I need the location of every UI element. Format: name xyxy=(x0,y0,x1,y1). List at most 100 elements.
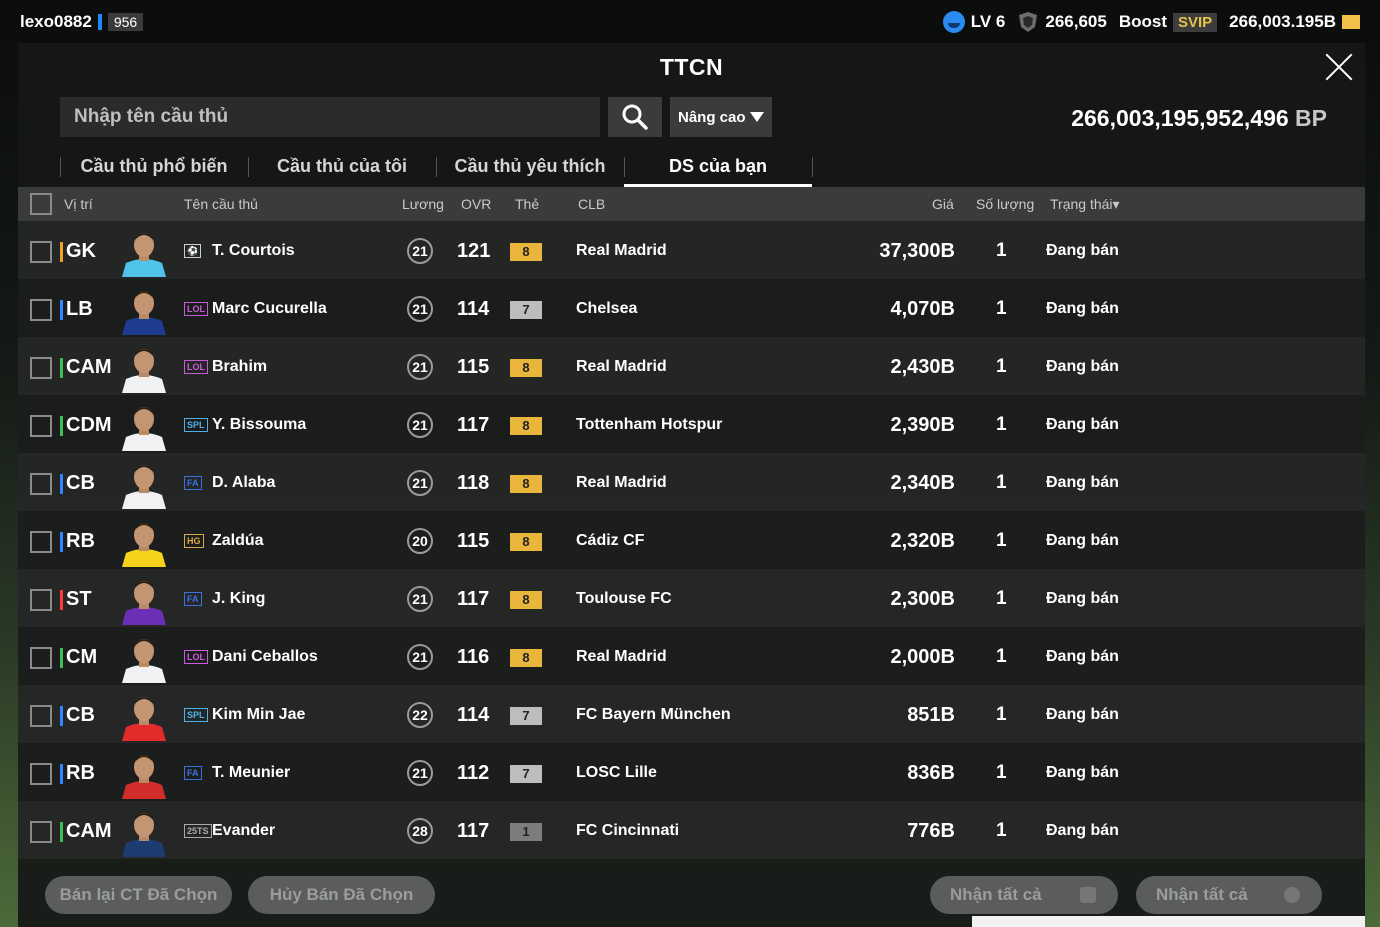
player-name[interactable]: J. King xyxy=(212,590,265,608)
table-row[interactable]: RB FA T. Meunier 21 112 7 LOSC Lille 836… xyxy=(18,743,1365,801)
tab-your-listings[interactable]: DS của bạn xyxy=(624,147,812,187)
player-search-input[interactable] xyxy=(60,97,600,137)
player-position: CAM xyxy=(60,820,112,843)
player-name[interactable]: Y. Bissouma xyxy=(212,416,306,434)
position-color-bar xyxy=(60,705,63,726)
shield-coin-icon xyxy=(1019,12,1038,32)
cancel-selected-button[interactable]: Hủy Bán Đã Chọn xyxy=(248,876,435,914)
row-checkbox[interactable] xyxy=(30,473,52,495)
col-club: CLB xyxy=(578,196,606,212)
position-color-bar xyxy=(60,241,63,262)
player-name[interactable]: T. Courtois xyxy=(212,242,295,260)
table-row[interactable]: LB LOL Marc Cucurella 21 114 7 Chelsea 4… xyxy=(18,279,1365,337)
table-row[interactable]: RB HG Zaldúa 20 115 8 Cádiz CF 2,320B 1 … xyxy=(18,511,1365,569)
listing-status: Đang bán xyxy=(1046,416,1119,433)
grade-badge: 7 xyxy=(510,301,542,319)
wage-badge: 21 xyxy=(407,412,433,438)
player-position: CB xyxy=(60,472,95,495)
season-badge: 25TS xyxy=(184,824,212,838)
grade-badge: 7 xyxy=(510,707,542,725)
player-portrait-icon xyxy=(122,523,166,567)
player-position: CDM xyxy=(60,414,112,437)
player-avatar xyxy=(118,747,170,799)
player-name[interactable]: Zaldúa xyxy=(212,532,264,550)
row-checkbox[interactable] xyxy=(30,241,52,263)
player-avatar xyxy=(118,515,170,567)
player-name[interactable]: Brahim xyxy=(212,358,267,376)
listing-status: Đang bán xyxy=(1046,532,1119,549)
listing-quantity: 1 xyxy=(996,704,1007,725)
currency-stats: LV 6 266,605 Boost SVIP 266,003.195B xyxy=(942,11,1360,33)
player-name[interactable]: T. Meunier xyxy=(212,764,290,782)
tab-my-players[interactable]: Cầu thủ của tôi xyxy=(248,147,436,187)
wage-badge: 21 xyxy=(407,296,433,322)
row-checkbox[interactable] xyxy=(30,531,52,553)
position-label: CM xyxy=(66,646,98,668)
row-checkbox[interactable] xyxy=(30,357,52,379)
table-row[interactable]: CM LOL Dani Ceballos 21 116 8 Real Madri… xyxy=(18,627,1365,685)
table-row[interactable]: GK ⚽ T. Courtois 21 121 8 Real Madrid 37… xyxy=(18,221,1365,279)
wage-badge: 28 xyxy=(407,818,433,844)
search-icon xyxy=(622,104,648,130)
player-portrait-icon xyxy=(122,755,166,799)
player-name[interactable]: Marc Cucurella xyxy=(212,300,327,318)
position-color-bar xyxy=(60,299,63,320)
table-row[interactable]: CB FA D. Alaba 21 118 8 Real Madrid 2,34… xyxy=(18,453,1365,511)
row-checkbox[interactable] xyxy=(30,647,52,669)
player-position: GK xyxy=(60,240,96,263)
tab-popular-players[interactable]: Cầu thủ phổ biến xyxy=(60,147,248,187)
listing-price: 37,300B xyxy=(879,240,955,262)
resell-selected-button[interactable]: Bán lại CT Đã Chọn xyxy=(45,876,232,914)
tab-favorite-players[interactable]: Cầu thủ yêu thích xyxy=(436,147,624,187)
row-checkbox[interactable] xyxy=(30,299,52,321)
advanced-filter-dropdown[interactable]: Nâng cao xyxy=(670,97,772,137)
row-checkbox[interactable] xyxy=(30,415,52,437)
position-color-bar xyxy=(60,589,63,610)
position-color-bar xyxy=(60,473,63,494)
player-club: Chelsea xyxy=(576,300,638,317)
bp-balance: 266,003,195,952,496 BP xyxy=(1071,105,1327,132)
player-ovr: 117 xyxy=(457,588,490,610)
grade-badge: 7 xyxy=(510,765,542,783)
col-name: Tên cầu thủ xyxy=(184,196,258,212)
row-checkbox[interactable] xyxy=(30,821,52,843)
player-portrait-icon xyxy=(122,465,166,509)
table-row[interactable]: CAM LOL Brahim 21 115 8 Real Madrid 2,43… xyxy=(18,337,1365,395)
table-row[interactable]: CB SPL Kim Min Jae 22 114 7 FC Bayern Mü… xyxy=(18,685,1365,743)
search-row: Nâng cao xyxy=(60,97,772,137)
player-name[interactable]: Kim Min Jae xyxy=(212,706,305,724)
season-badge: HG xyxy=(184,534,204,548)
player-avatar xyxy=(118,283,170,335)
grade-badge: 8 xyxy=(510,243,542,261)
player-name[interactable]: Dani Ceballos xyxy=(212,648,318,666)
position-label: LB xyxy=(66,298,93,320)
search-button[interactable] xyxy=(608,97,662,137)
player-portrait-icon xyxy=(122,349,166,393)
col-grade: Thẻ xyxy=(515,196,540,212)
select-all-checkbox[interactable] xyxy=(30,193,52,215)
table-row[interactable]: ST FA J. King 21 117 8 Toulouse FC 2,300… xyxy=(18,569,1365,627)
player-ovr: 116 xyxy=(457,646,490,668)
row-checkbox[interactable] xyxy=(30,705,52,727)
table-row[interactable]: CAM 25TS Evander 28 117 1 FC Cincinnati … xyxy=(18,801,1365,859)
claim-all-bp-button[interactable]: Nhận tất cả xyxy=(1136,876,1322,914)
listing-price: 2,340B xyxy=(890,472,956,494)
claim-all-players-button[interactable]: Nhận tất cả xyxy=(930,876,1118,914)
col-status-sort[interactable]: Trạng thái▾ xyxy=(1050,196,1120,213)
player-name[interactable]: D. Alaba xyxy=(212,474,275,492)
season-badge: SPL xyxy=(184,708,208,722)
table-row[interactable]: CDM SPL Y. Bissouma 21 117 8 Tottenham H… xyxy=(18,395,1365,453)
close-icon[interactable] xyxy=(1323,51,1355,83)
user-separator xyxy=(97,14,102,30)
player-ovr: 112 xyxy=(457,762,490,784)
top-bar: lexo0882 956 LV 6 266,605 Boost SVIP 266… xyxy=(0,0,1380,44)
position-label: CB xyxy=(66,472,95,494)
player-avatar xyxy=(118,457,170,509)
row-checkbox[interactable] xyxy=(30,763,52,785)
grade-badge: 8 xyxy=(510,533,542,551)
grade-badge: 8 xyxy=(510,359,542,377)
position-label: CAM xyxy=(66,820,112,842)
player-name[interactable]: Evander xyxy=(212,822,275,840)
row-checkbox[interactable] xyxy=(30,589,52,611)
season-badge: LOL xyxy=(184,360,208,374)
